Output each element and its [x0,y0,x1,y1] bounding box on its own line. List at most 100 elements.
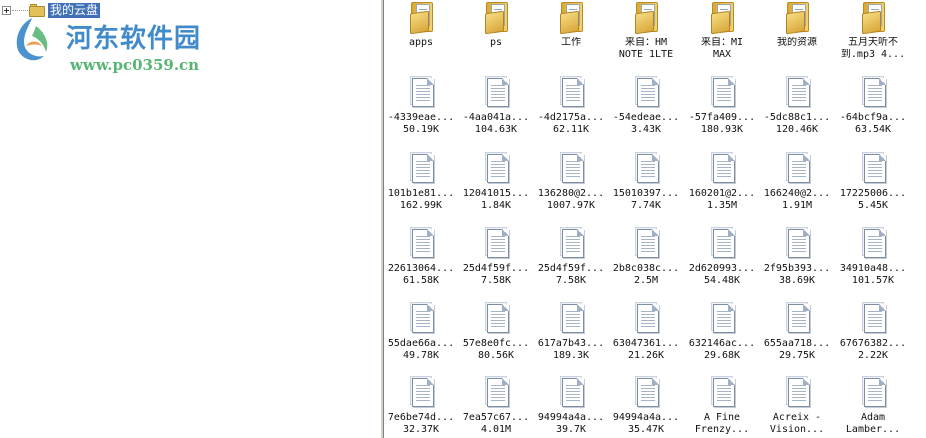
folder-item[interactable]: 来自：HM NOTE 1LTE [609,0,683,72]
file-name-label: 25d4f59f... [537,263,605,274]
file-item[interactable]: 7e6be74d... 32.37K [384,374,458,438]
file-name-label: 632146ac... [688,338,756,349]
file-item[interactable]: -4d2175a... 62.11K [534,74,608,146]
expand-icon[interactable] [2,5,11,15]
file-item[interactable]: 25d4f59f... 7.58K [459,225,533,297]
watermark-title: 河东软件园 [66,24,202,54]
document-icon [557,302,587,336]
document-icon [407,152,437,186]
file-item[interactable]: 67676382... 2.22K [836,300,910,372]
file-item[interactable]: 2d620993... 54.48K [685,225,759,297]
tree-node-label[interactable]: 我的云盘 [48,2,101,18]
file-name-label: 166240@2... [763,188,831,199]
file-name-label: -4339eae... [387,112,455,123]
file-size-label: 62.11K [552,124,590,135]
file-name-label: 6f [907,338,926,350]
file-item[interactable]: 55dae66a... 49.78K [384,300,458,372]
document-icon [708,376,738,410]
folder-item[interactable]: 来自：MI MAX [685,0,759,72]
file-item[interactable]: Adam Lamber... [836,374,910,438]
folder-item[interactable]: 我的资源 [760,0,834,72]
folder-icon [29,3,45,17]
folder-item[interactable]: 工作 [534,0,608,72]
file-size-label: 39.7K [555,424,587,435]
file-size-label: 63.54K [854,124,892,135]
tree-connector [12,9,28,11]
file-size-label: Lamber... [845,424,901,435]
file-size-label: 49.78K [402,350,440,361]
file-item[interactable]: 17225006... 5.45K [836,150,910,222]
file-item[interactable]: 34910a48... 101.57K [836,225,910,297]
file-item[interactable]: 7ea57c67... 4.01M [459,374,533,438]
file-item[interactable]: AH [911,374,926,438]
document-icon [632,376,662,410]
file-size-label: Frenzy... [694,424,750,435]
file-item[interactable]: 136280@2... 1007.97K [534,150,608,222]
file-name-label: 94994a4a... [612,412,680,423]
file-item[interactable]: 57e8e0fc... 80.56K [459,300,533,372]
document-icon [482,152,512,186]
watermark-url: www.pc0359.cn [70,56,200,74]
file-item[interactable]: -64bcf9a... 63.54K [836,74,910,146]
file-name-label: 15010397... [612,188,680,199]
file-item[interactable]: 22613064... 61.58K [384,225,458,297]
file-item[interactable]: -4aa041a... 104.63K [459,74,533,146]
file-name-label: 7e6be74d... [387,412,455,423]
file-item[interactable]: 25d4f59f... 7.58K [534,225,608,297]
file-item[interactable]: 632146ac... 29.68K [685,300,759,372]
folder-icon [482,0,512,35]
document-icon [557,376,587,410]
file-name-label: 67676382... [839,338,907,349]
document-icon [783,302,813,336]
file-item[interactable]: 160201@2... 1.35M [685,150,759,222]
file-item[interactable]: 617a7b43... 189.3K [534,300,608,372]
file-item[interactable]: -54edeae... 3.43K [609,74,683,146]
file-size-label: 2.5M [633,275,659,286]
file-item[interactable]: -57fa409... 180.93K [685,74,759,146]
file-item[interactable]: 63047361... 21.26K [609,300,683,372]
file-item[interactable]: 94994a4a... 39.7K [534,374,608,438]
document-icon [482,227,512,261]
document-icon [708,227,738,261]
file-item[interactable]: -5dc88c1... 120.46K [760,74,834,146]
file-item[interactable]: 2b8c038c... 2.5M [609,225,683,297]
folder-item[interactable]: apps [384,0,458,72]
file-item[interactable]: 12041015... 1.84K [459,150,533,222]
folder-item[interactable]: 五月天听不 到.mp3 4... [836,0,910,72]
file-item[interactable]: -7 [911,74,926,146]
file-size-label: 1.84K [480,200,512,211]
file-name-label: -5dc88c1... [763,112,831,123]
document-icon [482,302,512,336]
file-name-label: 655aa718... [763,338,831,349]
file-item[interactable]: 166240@2... 1.91M [760,150,834,222]
file-name-label: 来自：MI [700,37,744,48]
file-name-label: -4aa041a... [462,112,530,123]
file-item[interactable]: 36 [911,225,926,297]
file-item[interactable]: 655aa718... 29.75K [760,300,834,372]
file-name-label: 我的资源 [777,37,817,48]
document-icon [783,227,813,261]
file-size-label: 32.37K [402,424,440,435]
file-name-label: -57fa409... [688,112,756,123]
file-name-label: ps [489,37,503,48]
file-name-label: Acreix - [772,412,822,423]
file-item[interactable]: A Fine Frenzy... [685,374,759,438]
folder-item[interactable]: ps [459,0,533,72]
file-item[interactable]: 18 [911,150,926,222]
tree-node-my-cloud[interactable]: 我的云盘 [0,2,101,18]
file-item[interactable]: 101b1e81... 162.99K [384,150,458,222]
file-item[interactable]: 15010397... 7.74K [609,150,683,222]
folder-item[interactable]: -1( [911,0,926,72]
document-icon [859,376,889,410]
folder-icon [783,0,813,35]
file-item[interactable]: Acreix - Vision... [760,374,834,438]
file-item[interactable]: 94994a4a... 35.47K [609,374,683,438]
file-item[interactable]: 2f95b393... 38.69K [760,225,834,297]
document-icon [708,302,738,336]
file-item[interactable]: 6f [911,300,926,372]
file-item[interactable]: -4339eae... 50.19K [384,74,458,146]
document-icon [632,302,662,336]
file-size-label: 到.mp3 4... [840,49,906,60]
folder-icon [557,0,587,35]
document-icon [482,376,512,410]
